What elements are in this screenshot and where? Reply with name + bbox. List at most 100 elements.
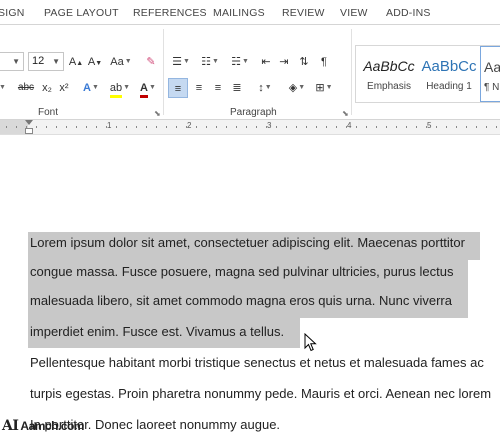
ruler-tick (86, 126, 87, 128)
tab-review[interactable]: REVIEW (282, 7, 325, 19)
text-effects-icon[interactable]: A▼ (78, 78, 104, 98)
ruler-tick (316, 126, 317, 128)
line-spacing-icon[interactable]: ↕▼ (252, 78, 278, 98)
text-line: congue massa. Fusce posuere, magna sed p… (30, 264, 454, 279)
font-color-button[interactable]: A▼ (136, 78, 160, 98)
ruler-tick (256, 126, 257, 128)
increase-indent-icon[interactable]: ⇥ (276, 52, 292, 72)
left-indent-marker[interactable] (25, 128, 33, 134)
borders-icon[interactable]: ⊞▼ (312, 78, 336, 98)
justify-icon[interactable]: ≣ (228, 78, 246, 98)
superscript-label: x² (59, 82, 69, 94)
ruler-number: 3 (267, 121, 272, 130)
first-line-indent-marker[interactable] (25, 120, 33, 125)
mouse-pointer-icon (304, 333, 317, 352)
text-line: malesuada libero, sit amet commodo magna… (30, 293, 452, 308)
ruler-tick (176, 126, 177, 128)
chevron-down-icon[interactable]: ▼ (0, 78, 8, 98)
strikethrough-label: abc (17, 82, 35, 93)
numbering-icon[interactable]: ☷▼ (197, 52, 223, 72)
ruler-tick (366, 126, 367, 128)
ruler-tick (236, 126, 237, 128)
watermark-logo: AI (2, 418, 19, 434)
chevron-down-icon: ▼ (12, 57, 20, 66)
ruler-tick (486, 126, 487, 128)
ribbon-tabs: SIGN PAGE LAYOUT REFERENCES MAILINGS REV… (0, 0, 500, 24)
ruler-tick (66, 126, 67, 128)
paragraph-group-label: Paragraph (230, 107, 277, 118)
ruler-tick (286, 126, 287, 128)
ribbon: ▼ 12 ▼ A▲ A▼ Aa▼ ✎ ▼ abc x₂ x² A▼ ab▼ A▼… (0, 24, 500, 120)
grow-font-icon[interactable]: A▲ (66, 52, 86, 72)
sort-icon[interactable]: ⇅ (296, 52, 312, 72)
chevron-down-icon: ▼ (149, 84, 156, 92)
dialog-launcher-icon[interactable]: ⬊ (342, 109, 349, 118)
pilcrow-icon[interactable]: ¶ (316, 52, 332, 72)
tab-page-layout[interactable]: PAGE LAYOUT (44, 7, 119, 19)
shading-icon[interactable]: ◈▼ (284, 78, 310, 98)
ruler-tick (386, 126, 387, 128)
ruler-tick (476, 126, 477, 128)
align-center-icon[interactable]: ≡ (190, 78, 208, 98)
ruler-tick (136, 126, 137, 128)
ruler-margin (0, 120, 28, 134)
ruler-tick (146, 126, 147, 128)
multilevel-list-icon[interactable]: ☵▼ (226, 52, 254, 72)
style-heading-1[interactable]: AaBbCc Heading 1 (420, 46, 478, 102)
ruler-tick (16, 126, 17, 128)
ruler-number: 2 (187, 121, 192, 130)
ruler-number: 1 (107, 121, 112, 130)
align-right-icon[interactable]: ≡ (209, 78, 227, 98)
superscript-button[interactable]: x² (56, 78, 72, 98)
font-size-combo[interactable]: 12 ▼ (28, 52, 64, 71)
decrease-indent-icon[interactable]: ⇤ (258, 52, 274, 72)
ruler-tick (246, 126, 247, 128)
font-name-combo[interactable]: ▼ (0, 52, 24, 71)
ruler-tick (26, 126, 27, 128)
ruler-tick (296, 126, 297, 128)
text-line: imperdiet enim. Fusce est. Vivamus a tel… (30, 324, 285, 339)
ruler-tick (166, 126, 167, 128)
tab-mailings[interactable]: MAILINGS (213, 7, 265, 19)
subscript-button[interactable]: x₂ (39, 78, 55, 98)
bullets-icon[interactable]: ☰▼ (168, 52, 194, 72)
watermark: AI Aamch.com (2, 418, 84, 434)
tab-design[interactable]: SIGN (0, 7, 24, 19)
group-divider (351, 29, 352, 115)
ruler-tick (6, 126, 7, 128)
style-emphasis[interactable]: AaBbCc Emphasis (360, 46, 418, 102)
change-case-label: Aa (110, 56, 124, 68)
font-color-icon: A (140, 81, 148, 98)
document-page[interactable]: Lorem ipsum dolor sit amet, consectetuer… (0, 135, 500, 437)
ruler-tick (226, 126, 227, 128)
clear-formatting-icon[interactable]: ✎ (142, 52, 160, 72)
styles-gallery: AaBbCc Emphasis AaBbCc Heading 1 Aa ¶ N (355, 45, 500, 103)
strikethrough-button[interactable]: abc (14, 78, 38, 98)
tab-view[interactable]: VIEW (340, 7, 368, 19)
style-name: Heading 1 (426, 81, 472, 92)
ruler-tick (196, 126, 197, 128)
ruler-tick (446, 126, 447, 128)
highlight-color-button[interactable]: ab▼ (106, 78, 134, 98)
ruler-tick (36, 126, 37, 128)
shrink-font-icon[interactable]: A▼ (86, 52, 104, 72)
horizontal-ruler[interactable]: 1 2 3 4 5 (0, 120, 500, 135)
watermark-text: Aamch.com (20, 419, 84, 433)
ruler-tick (376, 126, 377, 128)
ruler-tick (466, 126, 467, 128)
style-normal[interactable]: Aa ¶ N (480, 46, 500, 102)
tab-add-ins[interactable]: ADD-INS (386, 7, 431, 19)
ruler-tick (126, 126, 127, 128)
tab-references[interactable]: REFERENCES (133, 7, 207, 19)
ruler-tick (216, 126, 217, 128)
dialog-launcher-icon[interactable]: ⬊ (154, 109, 161, 118)
subscript-label: x₂ (42, 82, 52, 94)
ruler-number: 5 (427, 121, 432, 130)
ruler-tick (456, 126, 457, 128)
chevron-down-icon: ▼ (52, 57, 60, 66)
ruler-tick (206, 126, 207, 128)
ruler-number: 4 (347, 121, 352, 130)
highlighter-icon: ab (109, 81, 123, 98)
change-case-button[interactable]: Aa▼ (106, 52, 136, 72)
align-left-icon[interactable]: ≡ (168, 78, 188, 98)
